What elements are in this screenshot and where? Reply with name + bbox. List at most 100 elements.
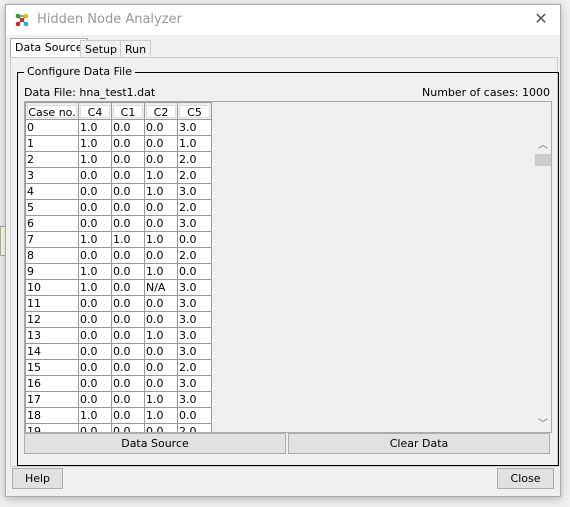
table-cell[interactable]: 3.0 [177,183,212,200]
scrollbar-thumb[interactable] [535,154,551,166]
table-cell[interactable]: 0.0 [78,343,112,360]
vertical-scrollbar[interactable]: ︿ ﹀ [535,136,551,430]
table-cell[interactable]: 2.0 [177,151,212,168]
table-row[interactable]: 9 1.0 0.0 1.0 0.0 [25,263,212,280]
data-table-scroll-area[interactable]: Case no. C4 C1 C2 C5 0 1.0 0.0 0.0 3.0 1 1.0 0.0 0.0… [24,101,552,433]
tab-setup[interactable]: Setup [80,40,123,58]
table-cell[interactable]: 1.0 [144,167,178,184]
help-button[interactable]: Help [12,468,63,489]
table-row[interactable]: 19 0.0 0.0 0.0 2.0 [25,423,212,432]
table-cell[interactable]: 1.0 [144,407,178,424]
table-row[interactable]: 7 1.0 1.0 1.0 0.0 [25,231,212,248]
table-cell[interactable]: 3.0 [177,391,212,408]
table-cell[interactable]: 1.0 [78,151,112,168]
table-row[interactable]: 4 0.0 0.0 1.0 3.0 [25,183,212,200]
table-cell[interactable]: 0.0 [111,135,145,152]
column-header[interactable]: C2 [144,102,178,120]
table-cell[interactable]: 0.0 [78,391,112,408]
table-cell[interactable]: 2.0 [177,199,212,216]
table-cell[interactable]: 15 [25,359,79,376]
table-cell[interactable]: 1.0 [111,231,145,248]
table-cell[interactable]: 0.0 [111,263,145,280]
table-cell[interactable]: 0.0 [111,295,145,312]
table-cell[interactable]: 0 [25,119,79,136]
table-cell[interactable]: 0.0 [144,199,178,216]
column-header[interactable]: C5 [177,102,212,120]
table-cell[interactable]: 0.0 [78,215,112,232]
table-row[interactable]: 15 0.0 0.0 0.0 2.0 [25,359,212,376]
table-cell[interactable]: 0.0 [144,247,178,264]
column-header[interactable]: C1 [111,102,145,120]
tab-run[interactable]: Run [120,40,152,58]
table-cell[interactable]: 8 [25,247,79,264]
table-row[interactable]: 16 0.0 0.0 0.0 3.0 [25,375,212,392]
table-row[interactable]: 6 0.0 0.0 0.0 3.0 [25,215,212,232]
table-row[interactable]: 8 0.0 0.0 0.0 2.0 [25,247,212,264]
scroll-down-icon[interactable]: ﹀ [535,415,551,430]
table-cell[interactable]: 1.0 [78,231,112,248]
table-cell[interactable]: 0.0 [111,359,145,376]
table-cell[interactable]: 0.0 [111,407,145,424]
table-cell[interactable]: 0.0 [177,263,212,280]
table-cell[interactable]: 14 [25,343,79,360]
table-cell[interactable]: 5 [25,199,79,216]
table-cell[interactable]: 0.0 [78,295,112,312]
table-cell[interactable]: 1.0 [78,263,112,280]
table-cell[interactable]: 2.0 [177,423,212,432]
table-cell[interactable]: 0.0 [111,119,145,136]
table-row[interactable]: 17 0.0 0.0 1.0 3.0 [25,391,212,408]
table-cell[interactable]: 0.0 [111,311,145,328]
table-cell[interactable]: 19 [25,423,79,432]
table-cell[interactable]: 10 [25,279,79,296]
table-row[interactable]: 1 1.0 0.0 0.0 1.0 [25,135,212,152]
table-cell[interactable]: 2.0 [177,247,212,264]
table-cell[interactable]: 3.0 [177,119,212,136]
table-cell[interactable]: 2 [25,151,79,168]
table-cell[interactable]: 3.0 [177,215,212,232]
table-cell[interactable]: 0.0 [78,183,112,200]
table-cell[interactable]: 1.0 [144,327,178,344]
table-cell[interactable]: 3.0 [177,295,212,312]
table-row[interactable]: 2 1.0 0.0 0.0 2.0 [25,151,212,168]
table-cell[interactable]: 1.0 [144,231,178,248]
table-cell[interactable]: 0.0 [78,375,112,392]
table-cell[interactable]: 0.0 [78,423,112,432]
table-cell[interactable]: 0.0 [144,423,178,432]
table-cell[interactable]: 1.0 [144,263,178,280]
table-cell[interactable]: 3.0 [177,327,212,344]
table-cell[interactable]: 0.0 [111,423,145,432]
table-cell[interactable]: 0.0 [144,343,178,360]
table-cell[interactable]: 0.0 [111,151,145,168]
table-cell[interactable]: 0.0 [111,343,145,360]
table-cell[interactable]: 1.0 [78,279,112,296]
table-cell[interactable]: 0.0 [78,311,112,328]
column-header[interactable]: Case no. [25,102,79,120]
table-cell[interactable]: 0.0 [111,247,145,264]
table-cell[interactable]: 0.0 [78,167,112,184]
table-row[interactable]: 10 1.0 0.0 N/A 3.0 [25,279,212,296]
table-cell[interactable]: 0.0 [144,295,178,312]
table-cell[interactable]: 3 [25,167,79,184]
table-cell[interactable]: 0.0 [111,279,145,296]
table-cell[interactable]: 0.0 [177,407,212,424]
close-button[interactable]: Close [497,468,554,489]
close-window-icon[interactable]: ✕ [530,9,552,28]
table-cell[interactable]: 9 [25,263,79,280]
table-row[interactable]: 0 1.0 0.0 0.0 3.0 [25,119,212,136]
table-cell[interactable]: 1.0 [78,119,112,136]
data-source-button[interactable]: Data Source [24,433,286,454]
table-row[interactable]: 5 0.0 0.0 0.0 2.0 [25,199,212,216]
table-cell[interactable]: 0.0 [78,327,112,344]
table-cell[interactable]: 1.0 [177,135,212,152]
table-cell[interactable]: 11 [25,295,79,312]
table-cell[interactable]: 6 [25,215,79,232]
table-cell[interactable]: 1.0 [78,407,112,424]
table-cell[interactable]: 16 [25,375,79,392]
table-cell[interactable]: 3.0 [177,375,212,392]
table-cell[interactable]: 0.0 [144,119,178,136]
table-cell[interactable]: 0.0 [144,215,178,232]
table-cell[interactable]: N/A [144,279,178,296]
table-cell[interactable]: 0.0 [144,311,178,328]
table-cell[interactable]: 0.0 [78,247,112,264]
table-cell[interactable]: 0.0 [144,375,178,392]
